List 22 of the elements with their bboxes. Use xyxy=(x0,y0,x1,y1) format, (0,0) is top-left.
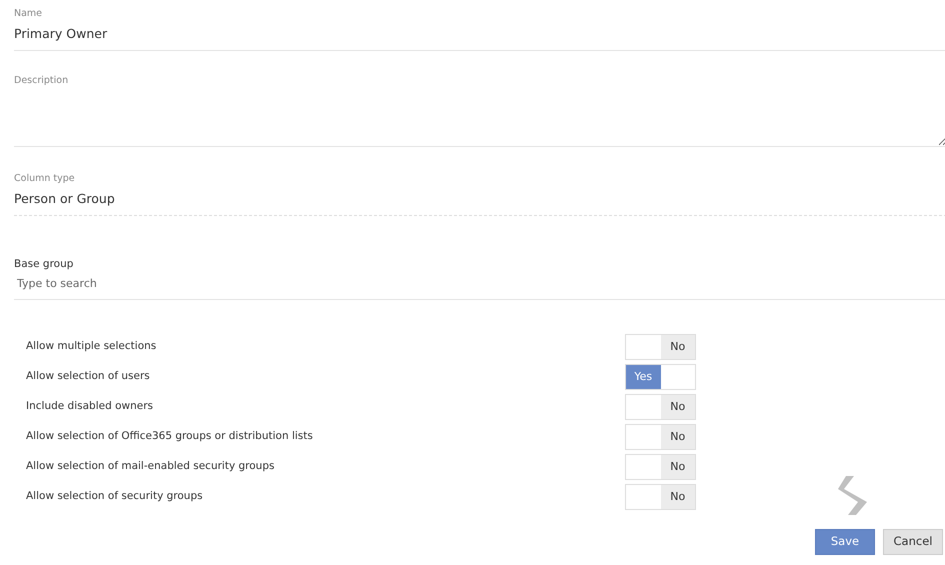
toggle-switch[interactable]: No xyxy=(625,394,696,420)
name-field[interactable]: Primary Owner xyxy=(14,19,945,52)
toggle-switch[interactable]: Yes xyxy=(625,364,696,390)
search-field[interactable]: Type to search xyxy=(14,270,945,300)
toggle-switch[interactable]: No xyxy=(625,484,696,510)
field-value: Person or Group xyxy=(14,184,945,216)
field-label: Description xyxy=(14,75,70,87)
save-button[interactable]: Save xyxy=(815,528,875,555)
chevron-icon xyxy=(838,476,867,515)
option-label: Allow multiple selections xyxy=(26,338,158,354)
cancel-button[interactable]: Cancel xyxy=(883,528,943,555)
toggle-switch[interactable]: No xyxy=(625,424,696,450)
option-label: Allow selection of users xyxy=(26,368,151,384)
option-label: Allow selection of mail-enabled security groups xyxy=(26,458,276,474)
option-label: Include disabled owners xyxy=(26,398,154,414)
option-label: Allow selection of Office365 groups or distribution lists xyxy=(26,428,314,444)
toggle-switch[interactable]: No xyxy=(625,454,696,480)
field-label: Base group xyxy=(14,258,74,270)
field-label: Name xyxy=(14,8,44,20)
toggle-switch[interactable]: No xyxy=(625,334,696,360)
field-label: Column type xyxy=(14,172,76,184)
option-label: Allow selection of security groups xyxy=(26,488,204,504)
